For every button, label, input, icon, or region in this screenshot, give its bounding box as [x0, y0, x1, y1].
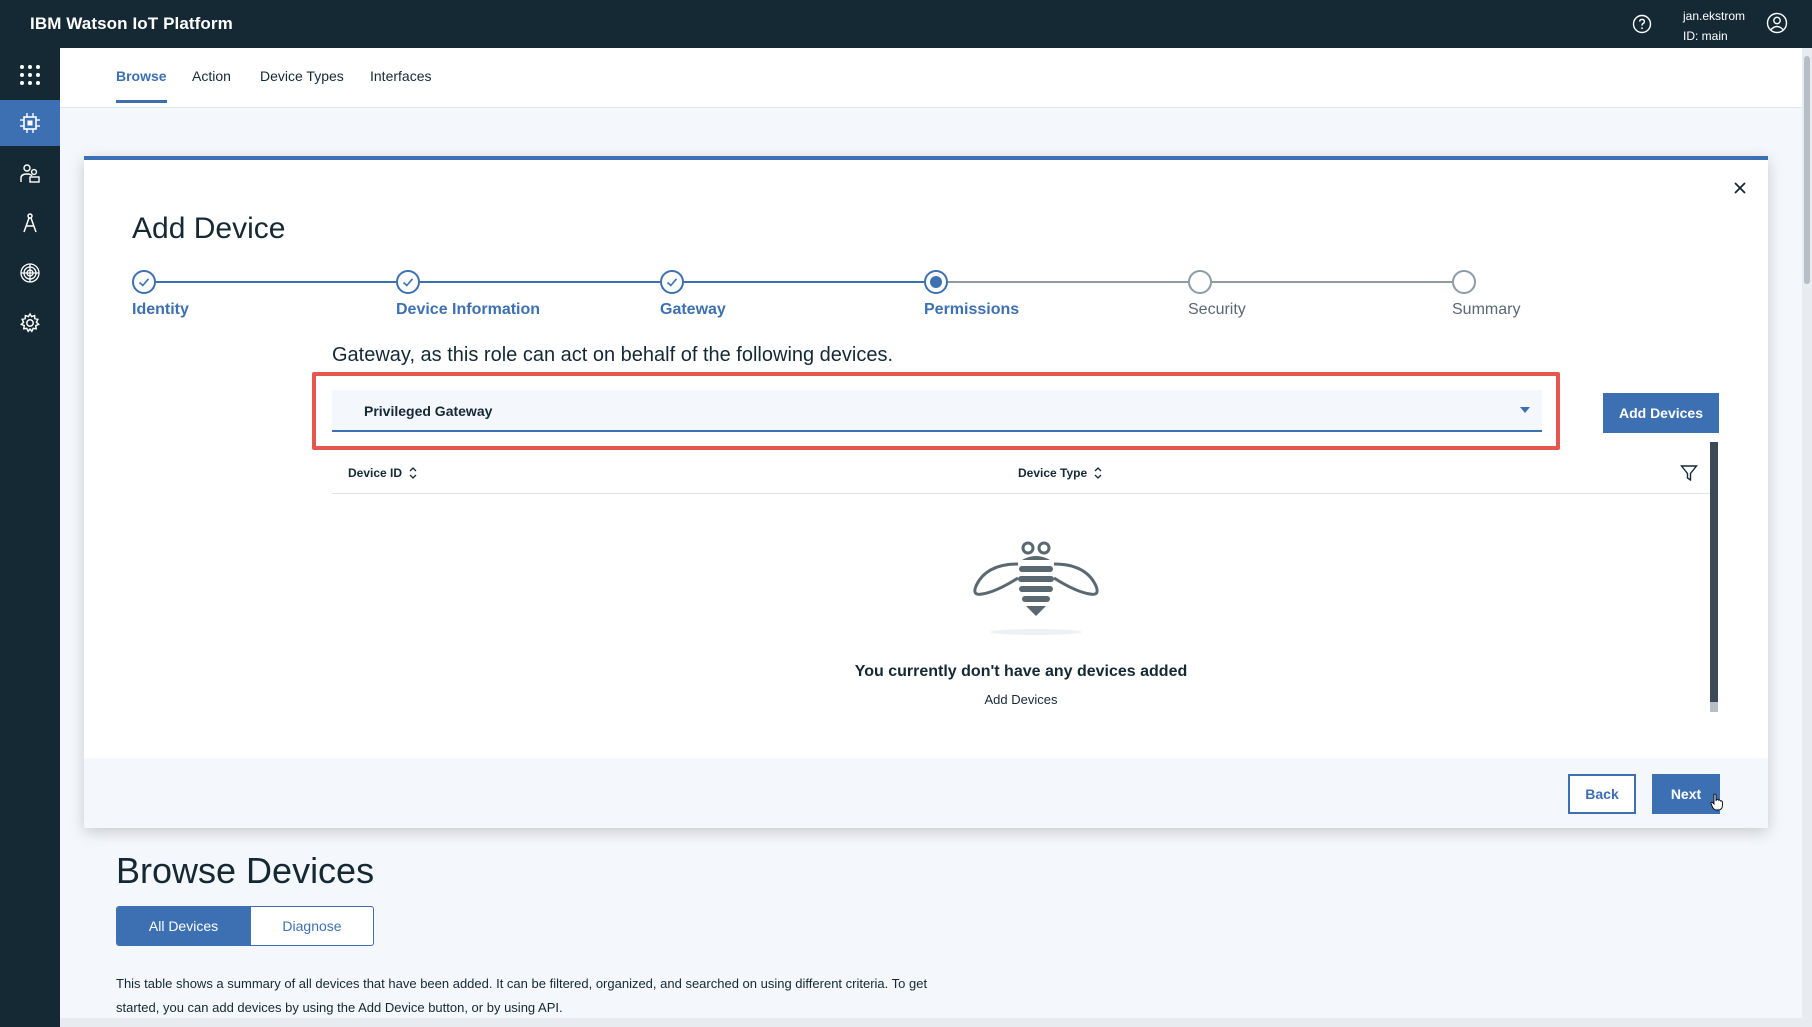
rail-item-devices[interactable] [0, 100, 60, 146]
browse-devices-title: Browse Devices [116, 850, 375, 891]
step-label: Identity [132, 301, 189, 318]
tab-interfaces[interactable]: Interfaces [370, 68, 431, 100]
close-icon[interactable] [1732, 180, 1748, 196]
back-button[interactable]: Back [1568, 774, 1636, 814]
step-pending-icon [1188, 270, 1212, 294]
step-complete-icon [132, 270, 156, 294]
empty-state-message: You currently don't have any devices add… [854, 663, 1188, 680]
step-current-icon [924, 270, 948, 294]
step-label: Device Information [396, 301, 541, 318]
step-label: Gateway [660, 301, 726, 318]
add-devices-button[interactable]: Add Devices [1603, 393, 1719, 433]
progress-indicator: Identity Device Information Gateway Perm… [132, 270, 1520, 320]
rail-item-apps[interactable] [0, 52, 60, 98]
devices-table-header: Device ID Device Type [332, 452, 1710, 494]
compass-icon [23, 213, 37, 233]
tab-action[interactable]: Action [192, 68, 231, 100]
step-label: Permissions [924, 301, 1020, 318]
user-name: jan.ekstrom [1683, 9, 1746, 23]
checkmark-icon [666, 278, 678, 287]
members-icon [20, 164, 40, 183]
filter-icon[interactable] [1680, 464, 1698, 482]
table-scrollbar[interactable] [1710, 442, 1718, 712]
rail-item-members[interactable] [0, 150, 60, 196]
app-title: IBM Watson IoT Platform [30, 14, 233, 33]
settings-gear-icon [20, 312, 40, 333]
highlight-annotation: Privileged Gateway [312, 372, 1560, 450]
page-horizontal-scrollbar[interactable] [60, 1018, 1802, 1027]
user-org-id: ID: main [1683, 29, 1728, 43]
dropdown-selected-value: Privileged Gateway [364, 403, 493, 419]
secondary-tabs: Browse Action Device Types Interfaces [60, 48, 1802, 108]
browse-view-switcher: All Devices Diagnose [116, 906, 374, 946]
left-nav-rail [0, 48, 60, 1027]
segment-all-devices[interactable]: All Devices [117, 907, 251, 945]
rail-item-apps-rules[interactable] [0, 200, 60, 246]
add-device-modal: Add Device Identity Device Information G… [84, 156, 1768, 828]
rail-item-security[interactable] [0, 250, 60, 296]
caret-down-icon [1520, 407, 1530, 413]
page-vertical-scrollbar[interactable] [1802, 48, 1812, 1027]
tab-device-types[interactable]: Device Types [260, 68, 344, 100]
chip-icon [20, 113, 40, 133]
user-info[interactable]: jan.ekstrom ID: main [1683, 6, 1745, 46]
checkmark-icon [402, 278, 414, 287]
user-profile-icon[interactable] [1766, 12, 1788, 34]
security-icon [20, 263, 40, 283]
hand-pointer-cursor-icon [1710, 793, 1723, 811]
bee-empty-state-icon [973, 541, 1099, 635]
step-complete-icon [396, 270, 420, 294]
top-header: IBM Watson IoT Platform jan.ekstrom ID: … [0, 0, 1812, 48]
step-label: Security [1188, 301, 1246, 318]
gateway-role-dropdown[interactable]: Privileged Gateway [332, 390, 1542, 432]
tab-browse[interactable]: Browse [116, 68, 167, 103]
step-label: Summary [1452, 301, 1521, 318]
step-complete-icon [660, 270, 684, 294]
column-device-type[interactable]: Device Type [1018, 466, 1103, 480]
apps-grid-icon [20, 65, 40, 85]
permissions-instruction: Gateway, as this role can act on behalf … [332, 344, 894, 366]
modal-footer: Back Next [84, 758, 1768, 828]
sort-icon [1094, 467, 1102, 479]
step-pending-icon [1452, 270, 1476, 294]
column-label: Device ID [348, 466, 403, 480]
checkmark-icon [138, 278, 150, 287]
sort-icon [409, 467, 417, 479]
modal-title: Add Device [132, 212, 286, 245]
column-device-id[interactable]: Device ID [348, 466, 418, 480]
empty-state-add-devices-link[interactable]: Add Devices [332, 692, 1710, 707]
rail-item-settings[interactable] [0, 300, 60, 346]
column-label: Device Type [1018, 466, 1088, 480]
browse-description: This table shows a summary of all device… [116, 976, 928, 1015]
help-icon[interactable] [1632, 14, 1652, 34]
segment-diagnose[interactable]: Diagnose [251, 907, 373, 945]
